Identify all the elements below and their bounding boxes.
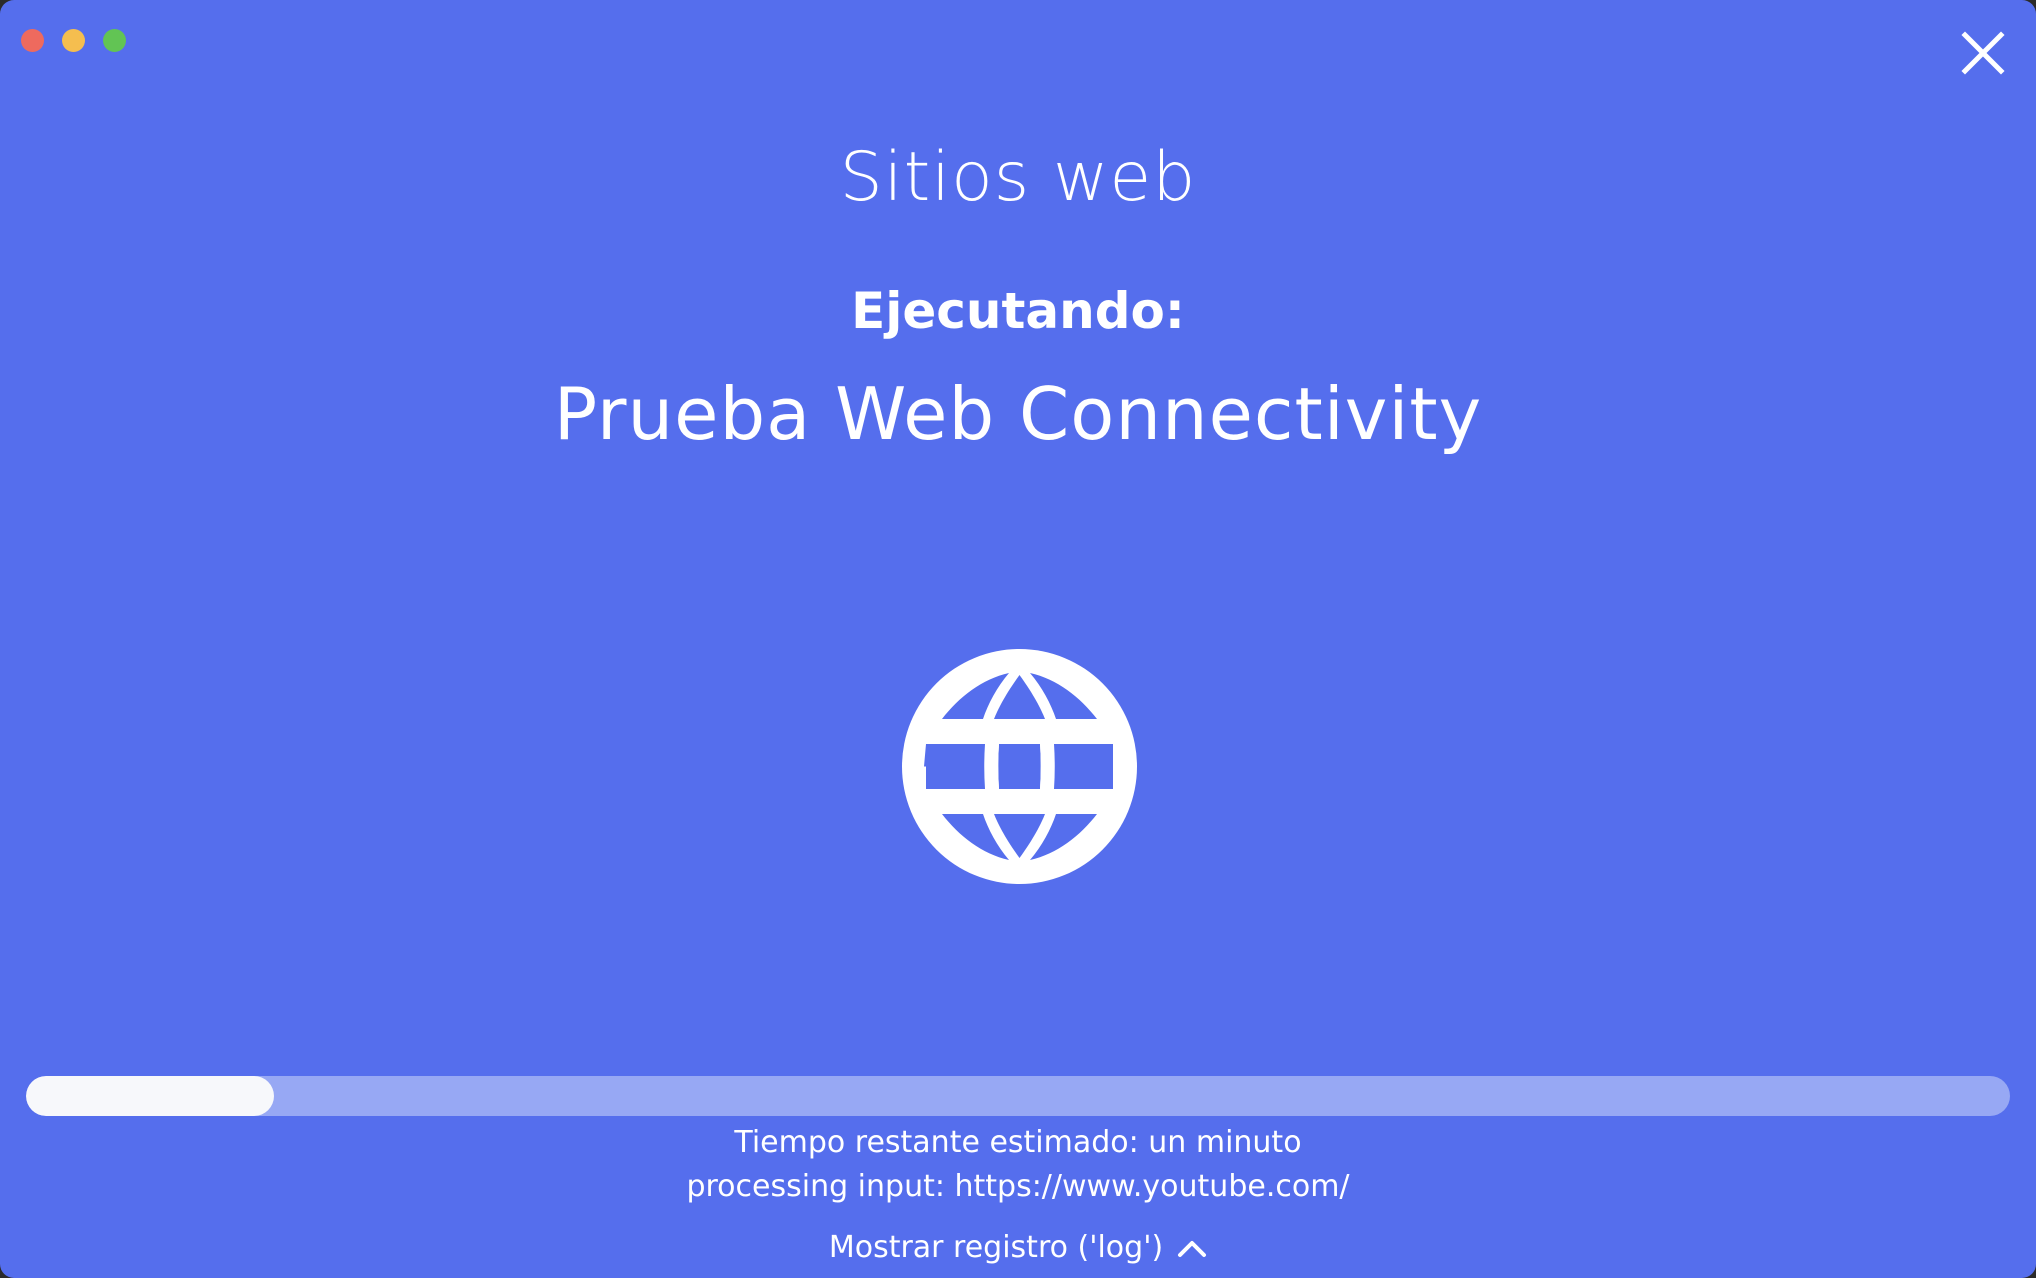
test-name: Prueba Web Connectivity [553,372,1483,456]
window-controls [21,29,126,52]
progress-bar [26,1076,2010,1116]
show-log-row: Mostrar registro ('log') [0,1230,2036,1265]
chevron-up-icon [1178,1240,1207,1257]
window-maximize-button[interactable] [103,29,126,52]
show-log-label: Mostrar registro ('log') [828,1230,1164,1265]
window-minimize-button[interactable] [62,29,85,52]
processing-input-status: processing input: https://www.youtube.co… [686,1169,1350,1204]
running-label: Ejecutando: [851,282,1185,340]
progress-bar-fill [26,1076,274,1116]
show-log-toggle[interactable]: Mostrar registro ('log') [829,1230,1207,1265]
window-close-button[interactable] [21,29,44,52]
globe-icon [902,649,1137,884]
estimated-time-remaining: Tiempo restante estimado: un minuto [734,1125,1302,1160]
page-title: Sitios web [839,138,1197,217]
app-window: Sitios web Ejecutando: Prueba Web Connec… [0,0,2036,1278]
close-icon[interactable] [1960,30,2006,76]
